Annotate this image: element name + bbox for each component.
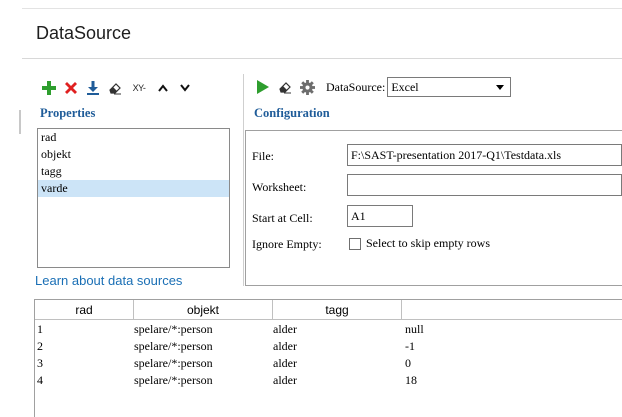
cell-objekt: spelare/*:person (134, 322, 213, 336)
cell-objekt: spelare/*:person (134, 356, 213, 370)
property-item-objekt[interactable]: objekt (38, 146, 229, 163)
worksheet-input[interactable] (347, 174, 622, 196)
cell-tagg: alder (273, 356, 297, 370)
add-icon[interactable] (40, 79, 58, 97)
ignore-empty-label: Ignore Empty: (252, 237, 322, 251)
cell-objekt: spelare/*:person (134, 339, 213, 353)
eraser-icon[interactable] (276, 78, 294, 96)
configuration-toolbar: DataSource: Excel (254, 77, 512, 97)
cell-value: 18 (405, 373, 417, 387)
page-title: DataSource (36, 23, 132, 43)
table-row[interactable]: 1 spelare/*:person alder null (35, 321, 622, 337)
properties-toolbar: XY- (40, 79, 198, 97)
cell-value: -1 (405, 339, 415, 353)
cell-rad: 1 (37, 322, 43, 336)
gutter-marker (19, 110, 21, 134)
data-grid[interactable]: rad objekt tagg 1 spelare/*:person alder… (34, 299, 622, 417)
cell-tagg: alder (273, 373, 297, 387)
left-gutter (0, 0, 22, 417)
ignore-empty-checkbox-label[interactable]: Select to skip empty rows (366, 236, 490, 251)
start-cell-input[interactable]: A1 (347, 205, 413, 227)
properties-list[interactable]: rad objekt tagg varde (37, 128, 230, 268)
datasource-select-value: Excel (391, 80, 419, 94)
cell-objekt: spelare/*:person (134, 373, 213, 387)
property-item-varde[interactable]: varde (38, 180, 229, 197)
table-row[interactable]: 4 spelare/*:person alder 18 (35, 372, 622, 388)
worksheet-label: Worksheet: (252, 180, 307, 194)
chevron-down-icon (496, 85, 505, 90)
property-item-rad[interactable]: rad (38, 129, 229, 146)
move-up-icon[interactable] (154, 79, 172, 97)
file-input[interactable]: F:\SAST-presentation 2017-Q1\Testdata.xl… (347, 144, 622, 166)
grid-header: rad objekt tagg (35, 300, 622, 320)
import-icon[interactable] (84, 79, 102, 97)
cell-value: 0 (405, 356, 411, 370)
table-row[interactable]: 3 spelare/*:person alder 0 (35, 355, 622, 371)
title-divider (22, 58, 622, 59)
move-down-icon[interactable] (176, 79, 194, 97)
cell-value: null (405, 322, 424, 336)
cell-rad: 3 (37, 356, 43, 370)
eraser-icon[interactable] (106, 79, 124, 97)
file-label: File: (252, 149, 275, 163)
column-header-tagg[interactable]: tagg (273, 300, 401, 320)
datasource-label: DataSource: (326, 79, 386, 94)
column-header-value[interactable] (402, 300, 622, 320)
table-row[interactable]: 2 spelare/*:person alder -1 (35, 338, 622, 354)
datasource-select[interactable]: Excel (387, 77, 512, 97)
ignore-empty-checkbox[interactable] (349, 238, 361, 250)
configuration-label: Configuration (254, 106, 330, 120)
xy-icon[interactable]: XY- (128, 79, 150, 97)
run-icon[interactable] (254, 78, 272, 96)
cell-tagg: alder (273, 339, 297, 353)
column-header-objekt[interactable]: objekt (134, 300, 272, 320)
panel-divider (243, 74, 244, 286)
column-header-rad[interactable]: rad (35, 300, 133, 320)
cell-tagg: alder (273, 322, 297, 336)
top-border (22, 8, 622, 9)
properties-label: Properties (40, 106, 96, 120)
gear-icon[interactable] (298, 78, 316, 96)
property-item-tagg[interactable]: tagg (38, 163, 229, 180)
start-cell-label: Start at Cell: (252, 211, 313, 225)
learn-about-data-sources-link[interactable]: Learn about data sources (35, 273, 182, 288)
cell-rad: 4 (37, 373, 43, 387)
cell-rad: 2 (37, 339, 43, 353)
delete-icon[interactable] (62, 79, 80, 97)
